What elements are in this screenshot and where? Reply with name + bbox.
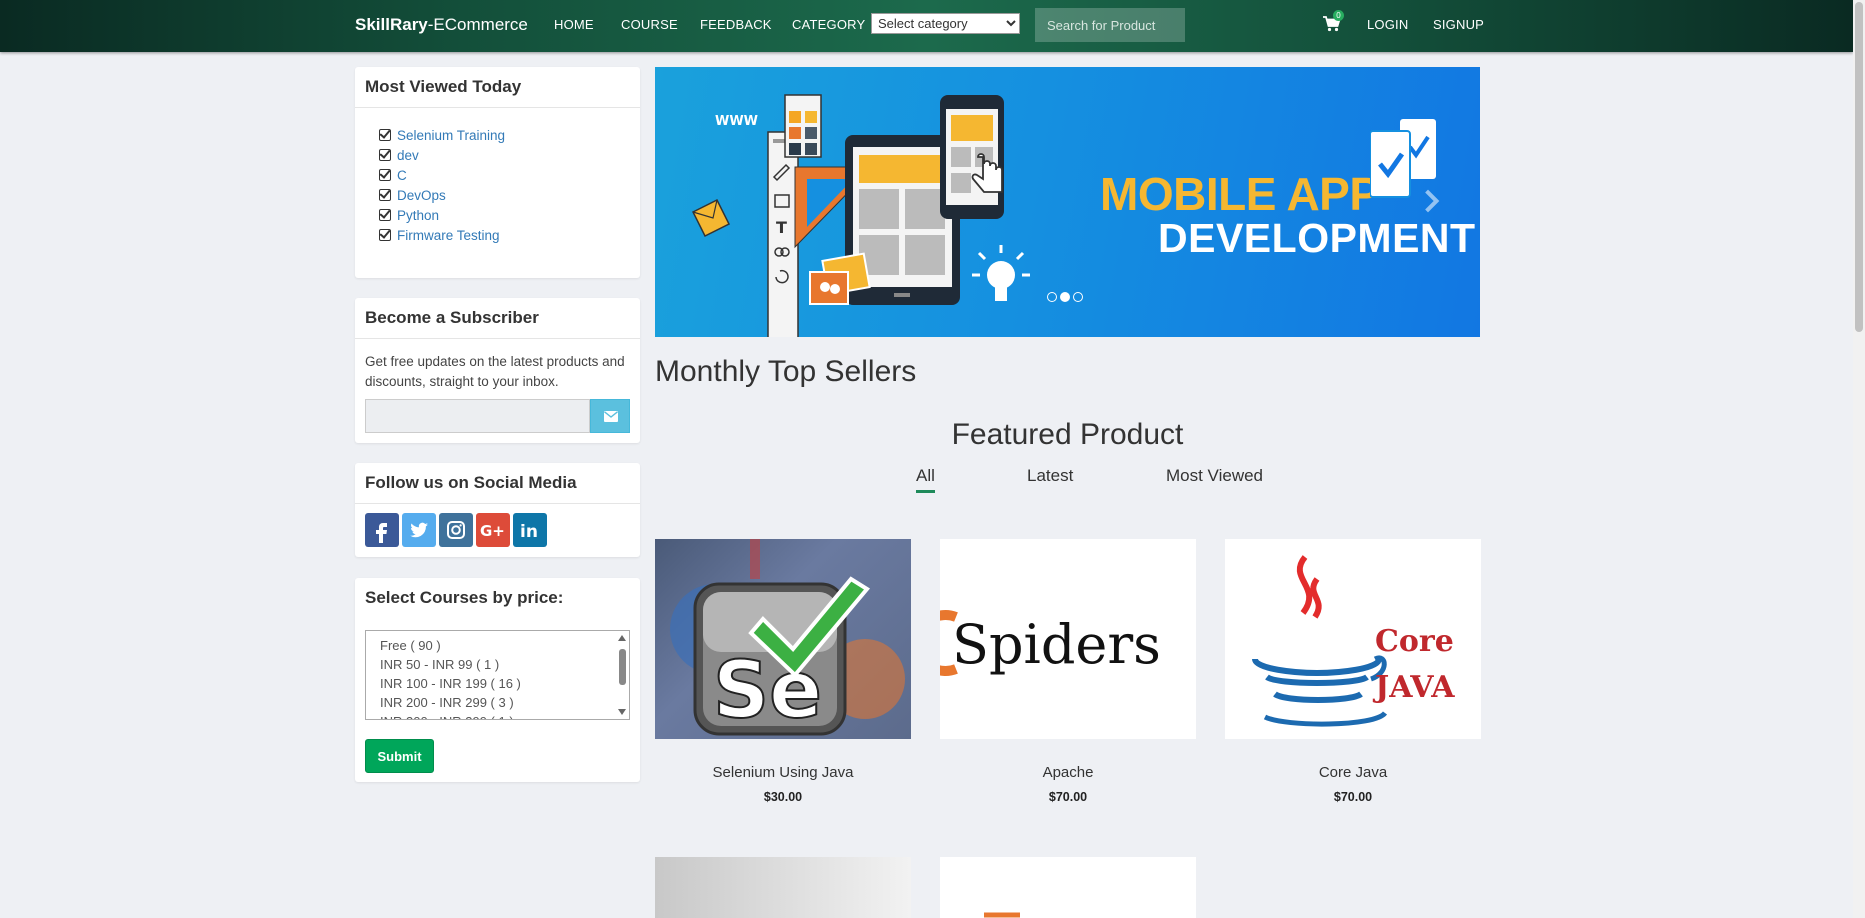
price-option[interactable]: Free ( 90 ) (366, 636, 629, 655)
product-image-apache[interactable]: Spiders (940, 539, 1196, 739)
price-filter-title: Select Courses by price: (365, 588, 564, 607)
nav-feedback-link[interactable]: FEEDBACK (700, 17, 772, 32)
svg-text:Core: Core (1375, 624, 1454, 659)
most-viewed-link[interactable]: Firmware Testing (397, 228, 500, 243)
svg-text:G+: G+ (480, 522, 505, 540)
price-option[interactable]: INR 200 - INR 299 ( 3 ) (366, 693, 629, 712)
subscribe-email-input[interactable] (365, 399, 590, 433)
price-listbox[interactable]: Free ( 90 ) INR 50 - INR 99 ( 1 ) INR 10… (365, 630, 630, 720)
product-name[interactable]: Apache (940, 764, 1196, 781)
signup-link[interactable]: SIGNUP (1433, 17, 1484, 32)
top-navbar: SkillRary-ECommerce HOME COURSE FEEDBACK… (0, 0, 1853, 52)
tab-latest[interactable]: Latest (1027, 466, 1073, 486)
tab-all[interactable]: All (916, 466, 935, 493)
google-plus-icon[interactable]: G+ (476, 513, 510, 547)
carousel-dot-active[interactable] (1060, 292, 1070, 302)
list-item: Selenium Training (379, 126, 640, 146)
product-name[interactable]: Selenium Using Java (655, 764, 911, 781)
listbox-scroll-up[interactable] (618, 635, 626, 641)
featured-product-heading: Featured Product (951, 418, 1184, 451)
search-input[interactable] (1035, 8, 1185, 42)
subscribe-form (365, 399, 631, 433)
svg-text:in: in (520, 522, 538, 542)
checked-devices-icon (1370, 119, 1436, 198)
cart-count-badge: 0 (1333, 10, 1344, 21)
social-title: Follow us on Social Media (355, 463, 640, 504)
product-image-selenium[interactable]: Se (655, 539, 911, 739)
svg-text:T: T (776, 218, 787, 237)
list-item: dev (379, 146, 640, 166)
product-name[interactable]: Core Java (1225, 764, 1481, 781)
listbox-scroll-down[interactable] (618, 709, 626, 715)
most-viewed-link[interactable]: Selenium Training (397, 128, 505, 143)
mobile-app-illustration: WWW T (691, 94, 1030, 337)
price-option[interactable]: INR 100 - INR 199 ( 16 ) (366, 674, 629, 693)
facebook-icon[interactable] (365, 513, 399, 547)
product-image-partial[interactable] (940, 857, 1196, 918)
most-viewed-link[interactable]: Python (397, 208, 439, 223)
price-option[interactable]: INR 300 - INR 399 ( 1 ) (366, 712, 629, 719)
list-item: Python (379, 206, 640, 226)
nav-home-link[interactable]: HOME (554, 17, 594, 32)
list-item: DevOps (379, 186, 640, 206)
most-viewed-panel: Most Viewed Today Selenium Training dev … (355, 67, 640, 278)
most-viewed-link[interactable]: dev (397, 148, 419, 163)
product-image-core-java[interactable]: Core JAVA (1225, 539, 1481, 739)
subscriber-description: Get free updates on the latest products … (365, 354, 625, 389)
banner-title-line2: DEVELOPMENT (1158, 215, 1476, 261)
linkedin-icon[interactable]: in (513, 513, 547, 547)
envelope-icon (604, 411, 618, 422)
listbox-scroll-thumb[interactable] (619, 649, 626, 685)
banner-title-line1: MOBILE APP (1100, 168, 1380, 220)
tab-most-viewed[interactable]: Most Viewed (1166, 466, 1263, 486)
subscriber-title: Become a Subscriber (355, 298, 640, 339)
svg-text:Spiders: Spiders (952, 613, 1161, 676)
carousel-indicators (1047, 289, 1086, 307)
carousel-dot[interactable] (1047, 292, 1057, 302)
list-item: C (379, 166, 640, 186)
page-scrollbar-thumb[interactable] (1855, 2, 1863, 332)
check-square-icon (379, 209, 391, 221)
category-select[interactable]: Select category (871, 13, 1020, 34)
hero-banner: WWW T MOBILE APP DEVELOPMENT (655, 67, 1480, 337)
instagram-icon[interactable] (439, 513, 473, 547)
check-square-icon (379, 169, 391, 181)
price-filter-panel: Select Courses by price: Free ( 90 ) INR… (355, 578, 640, 782)
carousel-dot[interactable] (1073, 292, 1083, 302)
subscriber-panel: Become a Subscriber Get free updates on … (355, 298, 640, 443)
social-panel: Follow us on Social Media G+ in (355, 463, 640, 557)
svg-text:WWW: WWW (715, 114, 758, 129)
list-item: Firmware Testing (379, 226, 640, 246)
subscribe-button[interactable] (590, 399, 630, 433)
most-viewed-link[interactable]: DevOps (397, 188, 446, 203)
product-image-partial[interactable] (655, 857, 911, 918)
price-option[interactable]: INR 50 - INR 99 ( 1 ) (366, 655, 629, 674)
check-square-icon (379, 229, 391, 241)
nav-category-link[interactable]: CATEGORY (792, 17, 865, 32)
check-square-icon (379, 129, 391, 141)
most-viewed-title: Most Viewed Today (355, 67, 640, 108)
nav-course-link[interactable]: COURSE (621, 17, 678, 32)
price-submit-button[interactable]: Submit (365, 739, 434, 773)
most-viewed-list: Selenium Training dev C DevOps Python Fi… (355, 108, 640, 246)
monthly-top-sellers-heading: Monthly Top Sellers (655, 355, 917, 388)
svg-text:JAVA: JAVA (1372, 670, 1455, 705)
login-link[interactable]: LOGIN (1367, 17, 1408, 32)
twitter-icon[interactable] (402, 513, 436, 547)
check-square-icon (379, 149, 391, 161)
product-price: $70.00 (1048, 790, 1088, 804)
product-price: $70.00 (1333, 790, 1373, 804)
most-viewed-link[interactable]: C (397, 168, 407, 183)
check-square-icon (379, 189, 391, 201)
brand-logo[interactable]: SkillRary-ECommerce (355, 15, 528, 35)
product-price: $30.00 (763, 790, 803, 804)
